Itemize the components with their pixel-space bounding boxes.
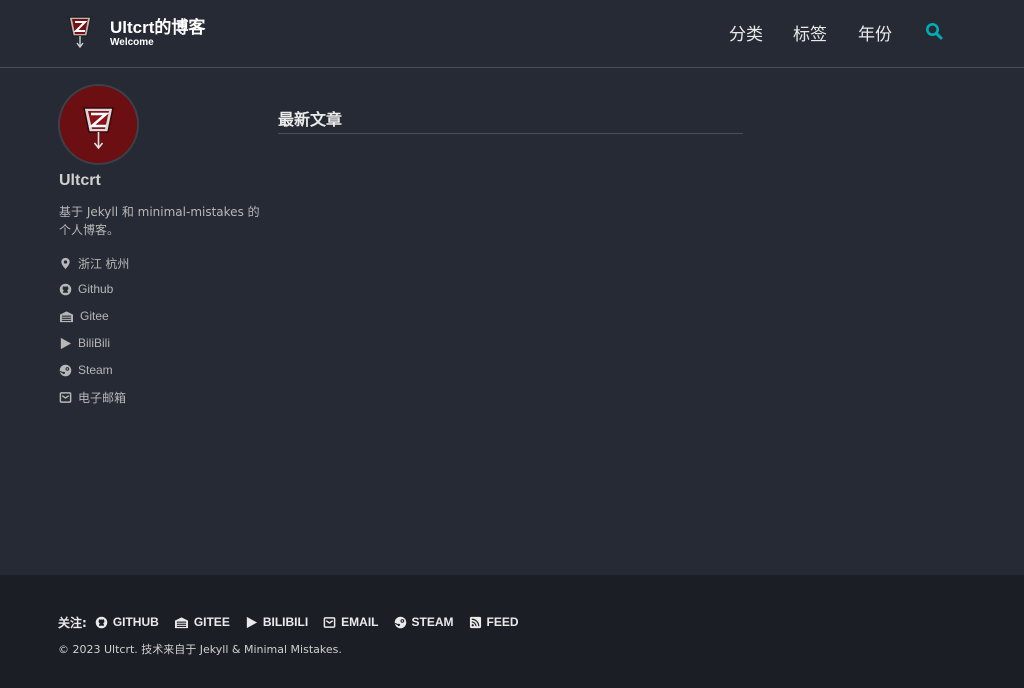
github-icon xyxy=(59,283,72,295)
nav-years[interactable]: 年份 xyxy=(858,20,892,45)
author-link-label: Github xyxy=(78,282,114,296)
title-divider xyxy=(278,133,743,134)
footer-link-email[interactable]: EMAIL xyxy=(323,615,379,629)
masthead: Ultcrt的博客 Welcome 分类 标签 年份 xyxy=(0,0,1024,68)
copyright-text: © 2023 Ultcrt. 技术来自于 Jekyll & Minimal Mi… xyxy=(58,643,342,656)
author-link-label: Steam xyxy=(78,363,113,377)
author-link-label: 浙江 杭州 xyxy=(78,256,130,271)
gitee-icon xyxy=(174,616,188,628)
footer-link-steam[interactable]: STEAM xyxy=(394,615,454,629)
follow-label: 关注: xyxy=(58,615,87,630)
footer-link-gitee[interactable]: GITEE xyxy=(174,615,230,629)
footer-link-label: GITEE xyxy=(193,615,230,629)
email-icon xyxy=(59,391,72,403)
github-icon xyxy=(95,616,108,628)
play-icon xyxy=(60,337,72,349)
email-icon xyxy=(323,616,336,628)
avatar-logo-icon xyxy=(60,86,137,163)
author-link-email[interactable]: 电子邮箱 xyxy=(59,389,126,405)
author-link-label: BiliBili xyxy=(78,336,111,350)
author-link-label: 电子邮箱 xyxy=(78,390,127,405)
rss-icon xyxy=(469,616,481,628)
author-link-bilibili[interactable]: BiliBili xyxy=(59,335,110,351)
site-title[interactable]: Ultcrt的博客 xyxy=(110,13,205,38)
author-name: Ultcrt xyxy=(59,172,101,189)
author-bio: 基于 Jekyll 和 minimal-mistakes 的个人博客。 xyxy=(59,205,260,237)
footer-link-bilibili[interactable]: BILIBILI xyxy=(245,615,308,629)
footer-link-label: BILIBILI xyxy=(262,615,309,629)
location-icon xyxy=(61,257,70,269)
steam-icon xyxy=(394,616,406,628)
nav-tags[interactable]: 标签 xyxy=(793,20,827,45)
gitee-icon xyxy=(60,310,73,322)
footer-link-feed[interactable]: FEED xyxy=(469,615,519,629)
author-location: 浙江 杭州 xyxy=(59,255,129,271)
play-icon xyxy=(246,616,257,628)
author-link-gitee[interactable]: Gitee xyxy=(59,308,109,324)
author-avatar xyxy=(58,84,139,165)
footer-link-label: FEED xyxy=(486,615,519,629)
footer-link-label: GITHUB xyxy=(112,615,159,629)
author-link-github[interactable]: Github xyxy=(59,281,113,297)
author-link-steam[interactable]: Steam xyxy=(59,362,113,378)
footer-follow: 关注: GITHUB GITEE BILIBILI EMAIL STEAM FE… xyxy=(58,613,534,631)
footer-link-github[interactable]: GITHUB xyxy=(95,615,159,629)
site-logo-icon[interactable] xyxy=(66,12,94,50)
footer-link-label: EMAIL xyxy=(341,615,379,629)
steam-icon xyxy=(59,364,72,376)
footer-link-label: STEAM xyxy=(411,615,454,629)
page-footer: 关注: GITHUB GITEE BILIBILI EMAIL STEAM FE… xyxy=(0,575,1024,688)
nav-categories[interactable]: 分类 xyxy=(729,20,763,45)
site-subtitle: Welcome xyxy=(110,37,154,48)
author-link-label: Gitee xyxy=(80,309,109,323)
search-icon[interactable] xyxy=(925,22,943,40)
recent-posts-title: 最新文章 xyxy=(278,110,343,129)
